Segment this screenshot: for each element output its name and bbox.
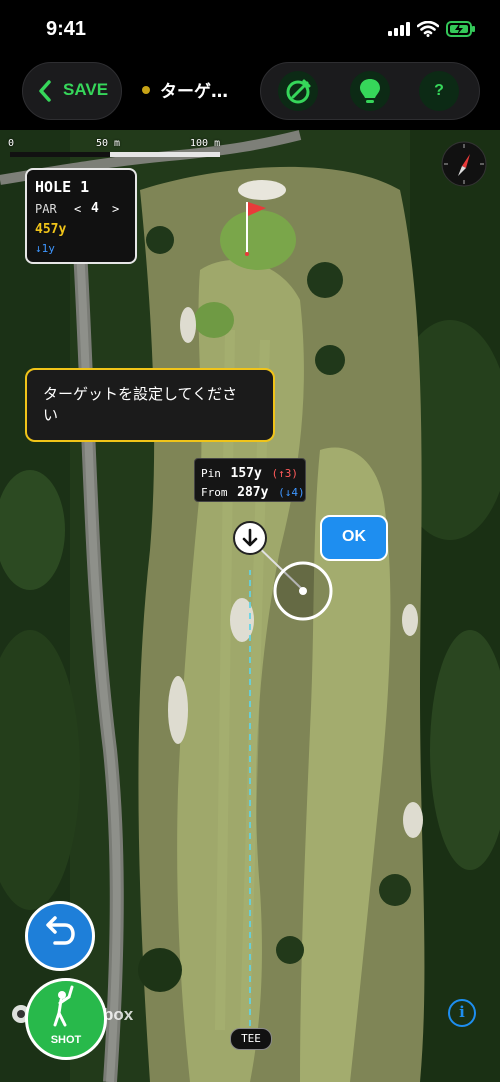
mode-title: ターゲ… bbox=[160, 82, 228, 102]
aim-marker-icon[interactable] bbox=[232, 520, 268, 556]
par-value: 4 bbox=[91, 201, 99, 216]
target-reticle-icon[interactable] bbox=[272, 560, 334, 622]
scale-label-50: 50 m bbox=[96, 138, 121, 149]
target-edit-icon bbox=[286, 79, 311, 104]
par-increase-button[interactable]: > bbox=[112, 202, 119, 216]
mode-indicator-dot bbox=[142, 86, 150, 94]
elevation-change: ↓1y bbox=[35, 242, 55, 255]
info-icon: i bbox=[459, 1003, 465, 1021]
hole-info-card: HOLE 1 PAR < 4 > 457y ↓1y bbox=[25, 168, 137, 264]
instruction-banner: ターゲットを設定してください bbox=[25, 368, 275, 442]
chevron-left-icon bbox=[39, 80, 51, 102]
golfer-icon bbox=[53, 985, 74, 1027]
pin-delta: (↑3) bbox=[271, 467, 298, 480]
top-toolbar: SAVE ターゲ… ? bbox=[0, 60, 500, 130]
hole-title: HOLE 1 bbox=[35, 178, 90, 196]
ok-button[interactable]: OK bbox=[320, 515, 388, 561]
target-edit-button[interactable] bbox=[278, 71, 318, 111]
scale-label-100: 100 m bbox=[190, 138, 221, 149]
tips-button[interactable] bbox=[350, 71, 390, 111]
save-label: SAVE bbox=[63, 80, 109, 99]
target-distance-label: Pin 157y (↑3) From 287y (↓4) bbox=[194, 458, 306, 502]
from-distance-row: From 287y (↓4) bbox=[201, 481, 305, 500]
scale-label-0: 0 bbox=[8, 138, 15, 149]
pin-distance-row: Pin 157y (↑3) bbox=[201, 462, 298, 481]
undo-button[interactable] bbox=[25, 901, 95, 971]
from-label: From bbox=[201, 486, 228, 499]
tool-group: ? bbox=[260, 62, 480, 120]
shot-label: SHOT bbox=[50, 1034, 82, 1046]
tee-marker: TEE bbox=[230, 1028, 272, 1050]
battery-charging-icon bbox=[446, 21, 475, 37]
compass-icon[interactable] bbox=[440, 140, 488, 188]
from-delta: (↓4) bbox=[278, 486, 305, 499]
status-bar: 9:41 bbox=[0, 0, 500, 60]
pin-label: Pin bbox=[201, 467, 221, 480]
hole-distance: 457y bbox=[35, 222, 67, 237]
clock: 9:41 bbox=[46, 18, 87, 40]
save-button[interactable]: SAVE bbox=[22, 62, 122, 120]
lightbulb-icon bbox=[360, 79, 380, 103]
map-scale-bar: 0 50 m 100 m bbox=[0, 130, 230, 160]
undo-icon bbox=[46, 916, 75, 945]
par-decrease-button[interactable]: < bbox=[74, 202, 81, 216]
cellular-signal-icon bbox=[388, 22, 410, 36]
instruction-text: ターゲットを設定してください bbox=[43, 385, 238, 424]
tee-label: TEE bbox=[241, 1032, 261, 1045]
wifi-icon bbox=[417, 21, 439, 37]
help-icon: ? bbox=[434, 82, 444, 99]
pin-value: 157y bbox=[230, 466, 262, 481]
info-button[interactable]: i bbox=[448, 999, 476, 1027]
par-label: PAR bbox=[35, 202, 57, 216]
from-value: 287y bbox=[237, 485, 269, 500]
ok-label: OK bbox=[342, 528, 366, 545]
help-button[interactable]: ? bbox=[419, 71, 459, 111]
course-map[interactable]: 0 50 m 100 m HOLE 1 PAR < 4 > 457y ↓1y タ… bbox=[0, 130, 500, 1082]
shot-button[interactable]: SHOT bbox=[25, 978, 107, 1060]
